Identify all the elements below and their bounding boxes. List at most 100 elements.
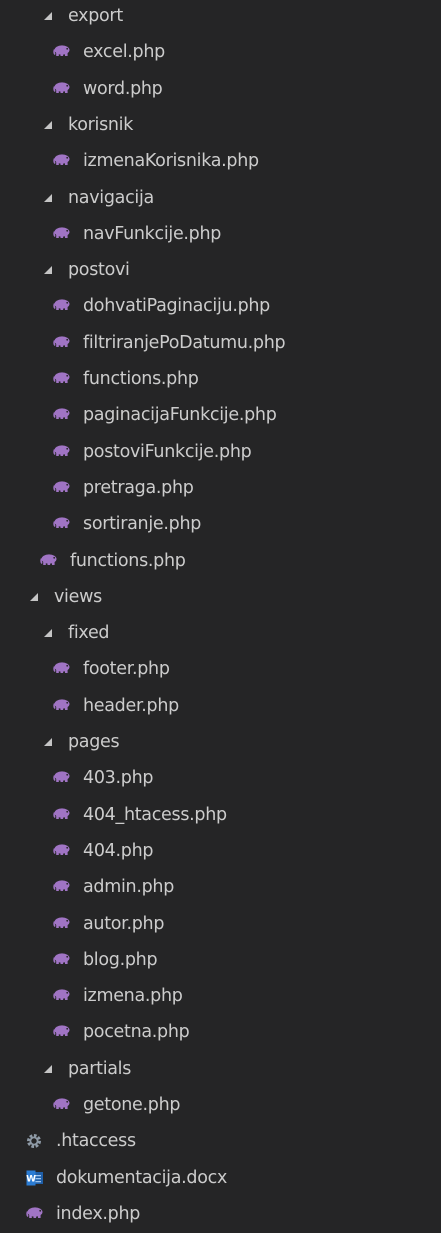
php-elephant-icon xyxy=(53,298,73,314)
tree-item-label: excel.php xyxy=(83,42,165,63)
tree-item-label: sortiranje.php xyxy=(83,514,202,535)
file-row-403-php[interactable]: 403.php xyxy=(0,760,444,796)
file-row-404-htacess-php[interactable]: 404_htacess.php xyxy=(0,797,444,833)
file-row-postovifunkcije-php[interactable]: postoviFunkcije.php xyxy=(0,434,444,470)
expanded-chevron-icon[interactable] xyxy=(44,120,52,129)
folder-row-partials[interactable]: partials xyxy=(0,1051,444,1087)
tree-item-label: index.php xyxy=(56,1203,141,1224)
file-row-blog-php[interactable]: blog.php xyxy=(0,942,444,978)
folder-row-views[interactable]: views xyxy=(0,579,444,615)
folder-row-postovi[interactable]: postovi xyxy=(0,252,444,288)
php-elephant-icon xyxy=(53,952,73,968)
file-row-pretraga-php[interactable]: pretraga.php xyxy=(0,470,444,506)
php-elephant-icon xyxy=(53,153,73,169)
tree-item-label: .htaccess xyxy=(56,1131,136,1152)
file-row-autor-php[interactable]: autor.php xyxy=(0,906,444,942)
php-elephant-icon xyxy=(53,226,73,242)
file-row-izmena-php[interactable]: izmena.php xyxy=(0,978,444,1014)
file-row-functions-php[interactable]: functions.php xyxy=(0,543,444,579)
tree-item-label: functions.php xyxy=(83,369,199,389)
file-row-admin-php[interactable]: admin.php xyxy=(0,869,444,905)
php-elephant-icon xyxy=(53,843,73,859)
tree-item-label: paginacijaFunkcije.php xyxy=(83,405,277,426)
tree-item-label: fixed xyxy=(68,623,110,644)
tree-item-label: functions.php xyxy=(70,550,186,571)
file-row-functions-php[interactable]: functions.php xyxy=(0,361,444,397)
tree-item-label: export xyxy=(68,6,123,26)
tree-item-label: 404_htacess.php xyxy=(83,804,227,825)
window-edge xyxy=(441,0,444,1233)
php-elephant-icon xyxy=(53,335,73,351)
file-explorer-tree: export excel.php word.php korisnik izmenaKor… xyxy=(0,0,444,1233)
expanded-chevron-icon[interactable] xyxy=(30,592,38,601)
tree-item-label: footer.php xyxy=(83,659,170,680)
php-elephant-icon xyxy=(53,44,73,60)
tree-item-label: admin.php xyxy=(83,877,175,898)
tree-item-label: pages xyxy=(68,732,120,752)
tree-item-label: pretraga.php xyxy=(83,477,194,498)
php-elephant-icon xyxy=(53,879,73,895)
php-elephant-icon xyxy=(53,516,73,532)
file-row-getone-php[interactable]: getone.php xyxy=(0,1087,444,1123)
file-row-footer-php[interactable]: footer.php xyxy=(0,651,444,687)
tree-item-label: navFunkcije.php xyxy=(83,223,222,244)
folder-row-korisnik[interactable]: korisnik xyxy=(0,107,444,143)
file-row-word-php[interactable]: word.php xyxy=(0,71,444,107)
php-elephant-icon xyxy=(53,916,73,932)
php-elephant-icon xyxy=(53,81,73,97)
php-elephant-icon xyxy=(53,1024,73,1040)
php-elephant-icon xyxy=(40,553,60,569)
php-elephant-icon xyxy=(53,444,73,460)
file-row-index-php[interactable]: index.php xyxy=(0,1196,444,1232)
file-row-dohvatipaginaciju-php[interactable]: dohvatiPaginaciju.php xyxy=(0,288,444,324)
expanded-chevron-icon[interactable] xyxy=(44,629,52,638)
file-row-pocetna-php[interactable]: pocetna.php xyxy=(0,1014,444,1050)
gear-icon xyxy=(26,1133,46,1149)
php-elephant-icon xyxy=(53,807,73,823)
file-row-sortiranje-php[interactable]: sortiranje.php xyxy=(0,506,444,542)
tree-item-label: 403.php xyxy=(83,768,154,789)
tree-item-label: postoviFunkcije.php xyxy=(83,441,252,462)
php-elephant-icon xyxy=(53,480,73,496)
tree-item-label: korisnik xyxy=(68,114,134,135)
file-row-filtriranjepodatumu-php[interactable]: filtriranjePoDatumu.php xyxy=(0,325,444,361)
php-elephant-icon xyxy=(53,407,73,423)
tree-item-label: dohvatiPaginaciju.php xyxy=(83,296,270,317)
php-elephant-icon xyxy=(53,770,73,786)
folder-row-export[interactable]: export xyxy=(0,0,444,34)
file-row-paginacijafunkcije-php[interactable]: paginacijaFunkcije.php xyxy=(0,397,444,433)
tree-item-label: views xyxy=(54,586,102,607)
tree-item-label: filtriranjePoDatumu.php xyxy=(83,332,286,353)
file-row-dokumentacija-docx[interactable]: Wdokumentacija.docx xyxy=(0,1160,444,1196)
file-row-htaccess[interactable]: .htaccess xyxy=(0,1123,444,1159)
php-elephant-icon xyxy=(53,661,73,677)
tree-item-label: postovi xyxy=(68,260,130,281)
tree-item-label: izmena.php xyxy=(83,986,183,1007)
expanded-chevron-icon[interactable] xyxy=(44,1064,52,1073)
file-row-excel-php[interactable]: excel.php xyxy=(0,34,444,70)
tree-item-label: getone.php xyxy=(83,1095,181,1115)
svg-text:W: W xyxy=(26,1174,36,1184)
tree-item-label: navigacija xyxy=(68,187,154,208)
expanded-chevron-icon[interactable] xyxy=(44,266,52,275)
php-elephant-icon xyxy=(26,1206,46,1222)
file-row-navfunkcije-php[interactable]: navFunkcije.php xyxy=(0,216,444,252)
folder-row-fixed[interactable]: fixed xyxy=(0,615,444,651)
file-row-404-php[interactable]: 404.php xyxy=(0,833,444,869)
expanded-chevron-icon[interactable] xyxy=(44,193,52,202)
tree-item-label: header.php xyxy=(83,695,179,716)
folder-row-navigacija[interactable]: navigacija xyxy=(0,180,444,216)
expanded-chevron-icon[interactable] xyxy=(44,738,52,746)
php-elephant-icon xyxy=(53,371,73,387)
word-document-icon: W xyxy=(26,1170,46,1186)
php-elephant-icon xyxy=(53,698,73,714)
php-elephant-icon xyxy=(53,1097,73,1113)
tree-item-label: blog.php xyxy=(83,949,158,970)
tree-item-label: partials xyxy=(68,1058,132,1079)
file-row-izmenakorisnika-php[interactable]: izmenaKorisnika.php xyxy=(0,143,444,179)
tree-item-label: pocetna.php xyxy=(83,1022,190,1043)
expanded-chevron-icon[interactable] xyxy=(44,12,52,20)
tree-item-label: autor.php xyxy=(83,913,165,934)
folder-row-pages[interactable]: pages xyxy=(0,724,444,760)
file-row-header-php[interactable]: header.php xyxy=(0,688,444,724)
